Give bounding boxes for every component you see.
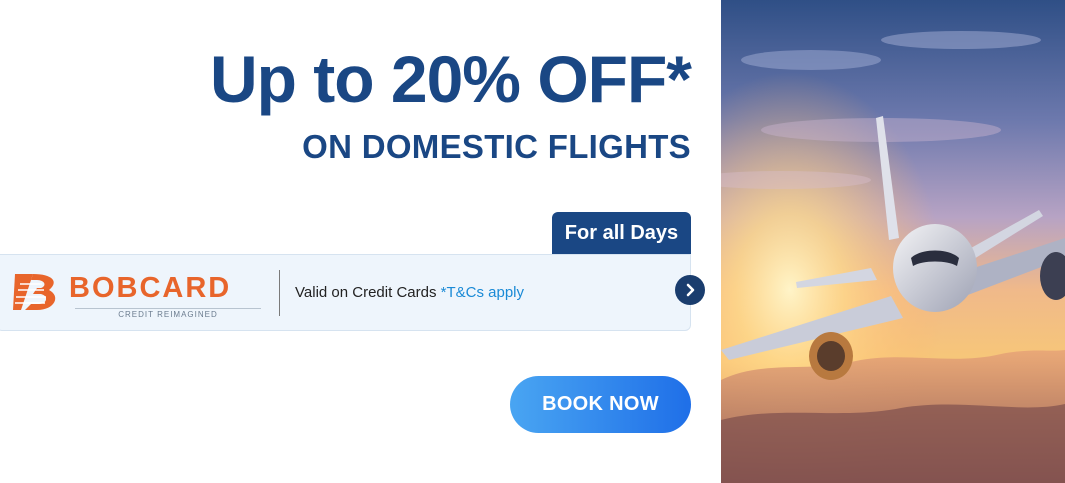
tnc-link[interactable]: *T&Cs apply [441, 284, 524, 301]
logo-divider [279, 270, 280, 316]
offer-validity: Valid on Credit Cards *T&Cs apply [295, 284, 524, 301]
validity-label: Valid on Credit Cards [295, 284, 441, 301]
next-offer-button[interactable] [675, 275, 705, 305]
offer-panel: Up to 20% OFF* ON DOMESTIC FLIGHTS For a… [0, 0, 721, 483]
bobcard-logo-icon [13, 274, 56, 310]
book-now-button[interactable]: BOOK NOW [510, 376, 691, 433]
days-tag: For all Days [552, 212, 691, 255]
airplane-hero-image [721, 0, 1065, 483]
chevron-right-icon [686, 283, 695, 297]
offer-headline: Up to 20% OFF* [209, 42, 692, 116]
bobcard-logo: BOBCARD CREDIT REIMAGINED [11, 267, 267, 319]
offer-subheadline: ON DOMESTIC FLIGHTS [302, 128, 691, 165]
airplane-sunset-illustration [721, 0, 1065, 483]
brand-name: BOBCARD [69, 272, 232, 304]
card-offer-strip: BOBCARD CREDIT REIMAGINED Valid on Credi… [0, 254, 705, 331]
brand-tagline: CREDIT REIMAGINED [75, 308, 261, 319]
